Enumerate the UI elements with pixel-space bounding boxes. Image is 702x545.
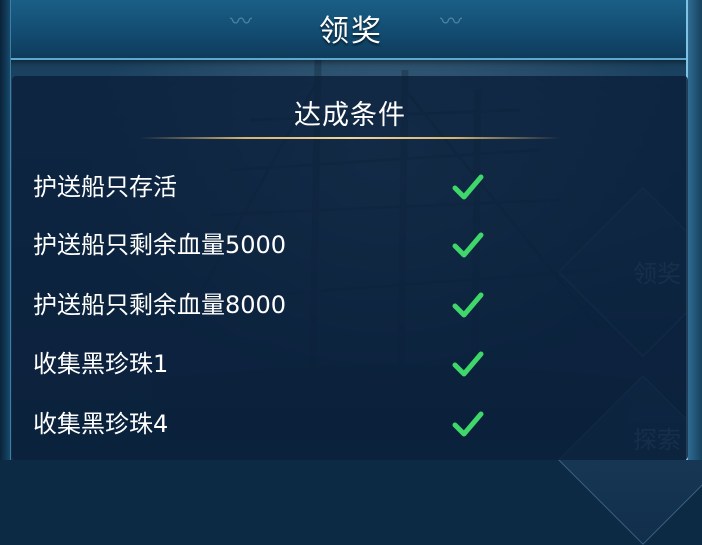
condition-row: 护送船只存活: [0, 167, 702, 207]
conditions-panel: [12, 76, 688, 460]
check-icon: [452, 351, 484, 377]
condition-row: 护送船只剩余血量8000: [0, 285, 702, 325]
condition-label: 收集黑珍珠4: [33, 410, 169, 438]
check-icon: [452, 232, 484, 258]
condition-row: 收集黑珍珠4: [0, 404, 702, 444]
condition-label: 护送船只剩余血量8000: [33, 291, 287, 319]
check-icon: [452, 174, 484, 200]
condition-label: 收集黑珍珠1: [33, 350, 169, 378]
condition-row: 护送船只剩余血量5000: [0, 225, 702, 265]
check-icon: [452, 411, 484, 437]
conditions-title: 达成条件: [294, 100, 406, 131]
title-divider: [140, 137, 560, 139]
condition-row: 收集黑珍珠1: [0, 344, 702, 384]
page-title: 领奖: [319, 14, 383, 49]
check-icon: [452, 292, 484, 318]
condition-label: 护送船只存活: [33, 173, 177, 201]
condition-label: 护送船只剩余血量5000: [33, 231, 287, 259]
